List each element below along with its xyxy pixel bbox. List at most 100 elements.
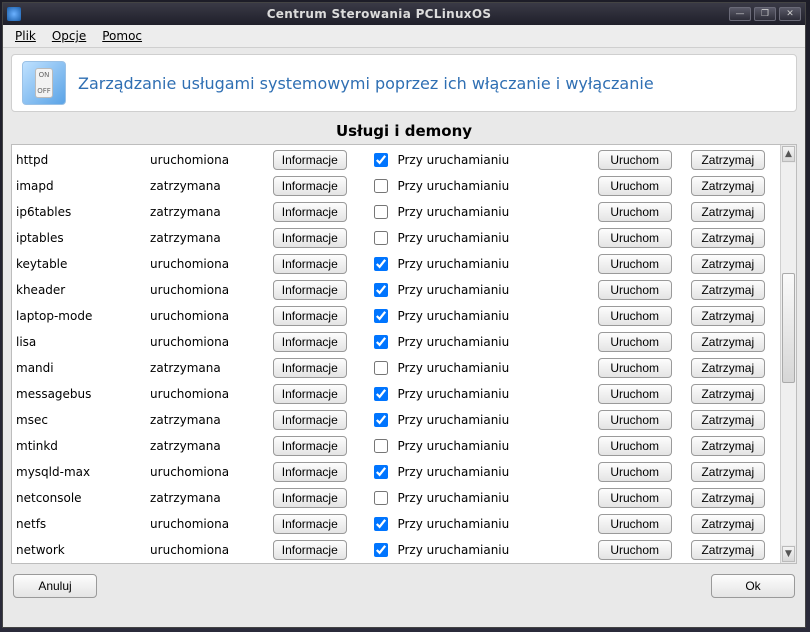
start-button[interactable]: Uruchom <box>598 280 672 300</box>
on-boot-checkbox[interactable] <box>374 205 388 219</box>
stop-button[interactable]: Zatrzymaj <box>691 280 765 300</box>
start-button[interactable]: Uruchom <box>598 384 672 404</box>
scrollbar[interactable]: ▲ ▼ <box>780 145 796 563</box>
stop-button[interactable]: Zatrzymaj <box>691 176 765 196</box>
on-boot-checkbox[interactable] <box>374 439 388 453</box>
stop-button[interactable]: Zatrzymaj <box>691 254 765 274</box>
stop-button[interactable]: Zatrzymaj <box>691 306 765 326</box>
on-boot-checkbox[interactable] <box>374 361 388 375</box>
stop-button[interactable]: Zatrzymaj <box>691 358 765 378</box>
titlebar: Centrum Sterowania PCLinuxOS — ❐ ✕ <box>3 3 805 25</box>
table-row: networkuruchomionaInformacjePrzy urucham… <box>12 537 780 563</box>
service-status: uruchomiona <box>146 277 269 303</box>
cancel-button[interactable]: Anuluj <box>13 574 97 598</box>
on-boot-checkbox[interactable] <box>374 309 388 323</box>
banner: ONOFF Zarządzanie usługami systemowymi p… <box>11 54 797 112</box>
maximize-button[interactable]: ❐ <box>754 7 776 21</box>
service-name: mtinkd <box>12 433 146 459</box>
on-boot-checkbox[interactable] <box>374 413 388 427</box>
info-button[interactable]: Informacje <box>273 228 347 248</box>
stop-button[interactable]: Zatrzymaj <box>691 228 765 248</box>
table-row: laptop-modeuruchomionaInformacjePrzy uru… <box>12 303 780 329</box>
service-name: kheader <box>12 277 146 303</box>
scroll-track[interactable] <box>781 163 796 545</box>
on-boot-checkbox[interactable] <box>374 179 388 193</box>
on-boot-checkbox[interactable] <box>374 387 388 401</box>
info-button[interactable]: Informacje <box>273 540 347 560</box>
on-boot-checkbox[interactable] <box>374 543 388 557</box>
info-button[interactable]: Informacje <box>273 462 347 482</box>
service-status: uruchomiona <box>146 381 269 407</box>
info-button[interactable]: Informacje <box>273 488 347 508</box>
service-name: ip6tables <box>12 199 146 225</box>
start-button[interactable]: Uruchom <box>598 488 672 508</box>
on-boot-label: Przy uruchamianiu <box>397 309 509 323</box>
start-button[interactable]: Uruchom <box>598 436 672 456</box>
scroll-down-icon[interactable]: ▼ <box>782 546 795 562</box>
info-button[interactable]: Informacje <box>273 384 347 404</box>
table-row: netconsolezatrzymanaInformacjePrzy uruch… <box>12 485 780 511</box>
info-button[interactable]: Informacje <box>273 280 347 300</box>
info-button[interactable]: Informacje <box>273 514 347 534</box>
service-name: netfs <box>12 511 146 537</box>
info-button[interactable]: Informacje <box>273 410 347 430</box>
start-button[interactable]: Uruchom <box>598 514 672 534</box>
on-boot-checkbox[interactable] <box>374 465 388 479</box>
start-button[interactable]: Uruchom <box>598 176 672 196</box>
table-row: ip6tableszatrzymanaInformacjePrzy urucha… <box>12 199 780 225</box>
stop-button[interactable]: Zatrzymaj <box>691 150 765 170</box>
on-boot-label: Przy uruchamianiu <box>397 179 509 193</box>
start-button[interactable]: Uruchom <box>598 358 672 378</box>
ok-button[interactable]: Ok <box>711 574 795 598</box>
close-button[interactable]: ✕ <box>779 7 801 21</box>
stop-button[interactable]: Zatrzymaj <box>691 540 765 560</box>
menu-pomoc[interactable]: Pomoc <box>102 29 142 43</box>
start-button[interactable]: Uruchom <box>598 306 672 326</box>
service-name: netconsole <box>12 485 146 511</box>
on-boot-checkbox[interactable] <box>374 335 388 349</box>
on-boot-checkbox[interactable] <box>374 491 388 505</box>
table-row: kheaderuruchomionaInformacjePrzy urucham… <box>12 277 780 303</box>
stop-button[interactable]: Zatrzymaj <box>691 332 765 352</box>
stop-button[interactable]: Zatrzymaj <box>691 514 765 534</box>
service-status: zatrzymana <box>146 407 269 433</box>
on-boot-checkbox[interactable] <box>374 231 388 245</box>
info-button[interactable]: Informacje <box>273 332 347 352</box>
scroll-up-icon[interactable]: ▲ <box>782 146 795 162</box>
start-button[interactable]: Uruchom <box>598 150 672 170</box>
info-button[interactable]: Informacje <box>273 176 347 196</box>
info-button[interactable]: Informacje <box>273 254 347 274</box>
on-boot-checkbox[interactable] <box>374 257 388 271</box>
on-boot-label: Przy uruchamianiu <box>397 543 509 557</box>
stop-button[interactable]: Zatrzymaj <box>691 462 765 482</box>
start-button[interactable]: Uruchom <box>598 332 672 352</box>
scroll-thumb[interactable] <box>782 273 795 383</box>
start-button[interactable]: Uruchom <box>598 228 672 248</box>
info-button[interactable]: Informacje <box>273 306 347 326</box>
start-button[interactable]: Uruchom <box>598 254 672 274</box>
info-button[interactable]: Informacje <box>273 202 347 222</box>
start-button[interactable]: Uruchom <box>598 410 672 430</box>
info-button[interactable]: Informacje <box>273 150 347 170</box>
stop-button[interactable]: Zatrzymaj <box>691 384 765 404</box>
info-button[interactable]: Informacje <box>273 358 347 378</box>
stop-button[interactable]: Zatrzymaj <box>691 436 765 456</box>
menu-opcje[interactable]: Opcje <box>52 29 86 43</box>
stop-button[interactable]: Zatrzymaj <box>691 488 765 508</box>
switch-icon: ONOFF <box>22 61 66 105</box>
stop-button[interactable]: Zatrzymaj <box>691 410 765 430</box>
service-status: zatrzymana <box>146 173 269 199</box>
info-button[interactable]: Informacje <box>273 436 347 456</box>
start-button[interactable]: Uruchom <box>598 462 672 482</box>
minimize-button[interactable]: — <box>729 7 751 21</box>
menu-plik[interactable]: Plik <box>15 29 36 43</box>
services-table: httpduruchomionaInformacjePrzy uruchamia… <box>11 144 797 564</box>
table-row: netfsuruchomionaInformacjePrzy uruchamia… <box>12 511 780 537</box>
on-boot-checkbox[interactable] <box>374 153 388 167</box>
start-button[interactable]: Uruchom <box>598 202 672 222</box>
on-boot-checkbox[interactable] <box>374 517 388 531</box>
service-name: imapd <box>12 173 146 199</box>
start-button[interactable]: Uruchom <box>598 540 672 560</box>
on-boot-checkbox[interactable] <box>374 283 388 297</box>
stop-button[interactable]: Zatrzymaj <box>691 202 765 222</box>
